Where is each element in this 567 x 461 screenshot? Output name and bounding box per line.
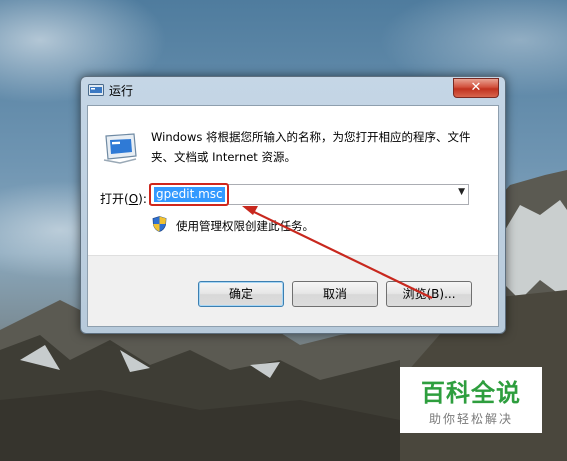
window-title: 运行 <box>109 84 134 98</box>
annotation-highlight-box <box>149 183 229 206</box>
uac-shield-icon <box>152 216 167 232</box>
open-label-accesskey: O <box>128 192 139 206</box>
run-program-icon <box>88 84 104 96</box>
dropdown-arrow-icon[interactable]: ▼ <box>458 187 465 197</box>
cancel-button[interactable]: 取消 <box>292 281 378 307</box>
watermark-logo: 百科全说 助你轻松解决 <box>400 367 542 433</box>
open-label-prefix: 打开( <box>100 192 129 206</box>
close-icon: ✕ <box>470 80 482 95</box>
open-label-suffix: ): <box>138 192 147 206</box>
browse-button[interactable]: 浏览(B)... <box>386 281 472 307</box>
dialog-content: Windows 将根据您所输入的名称，为您打开相应的程序、文件夹、文档或 Int… <box>87 105 499 327</box>
admin-privilege-note: 使用管理权限创建此任务。 <box>176 219 314 233</box>
ok-button[interactable]: 确定 <box>198 281 284 307</box>
open-label: 打开(O): <box>100 190 147 207</box>
close-button[interactable]: ✕ <box>453 78 499 98</box>
title-bar[interactable]: 运行 ✕ <box>81 77 505 103</box>
run-dialog: 运行 ✕ Windows 将根据您所输入的名称，为您打开相应的程序、文件夹、文档… <box>80 76 506 334</box>
run-program-icon <box>103 133 137 164</box>
watermark-title: 百科全说 <box>421 379 521 407</box>
dialog-description: Windows 将根据您所输入的名称，为您打开相应的程序、文件夹、文档或 Int… <box>151 130 471 164</box>
watermark-subtitle: 助你轻松解决 <box>428 412 513 426</box>
